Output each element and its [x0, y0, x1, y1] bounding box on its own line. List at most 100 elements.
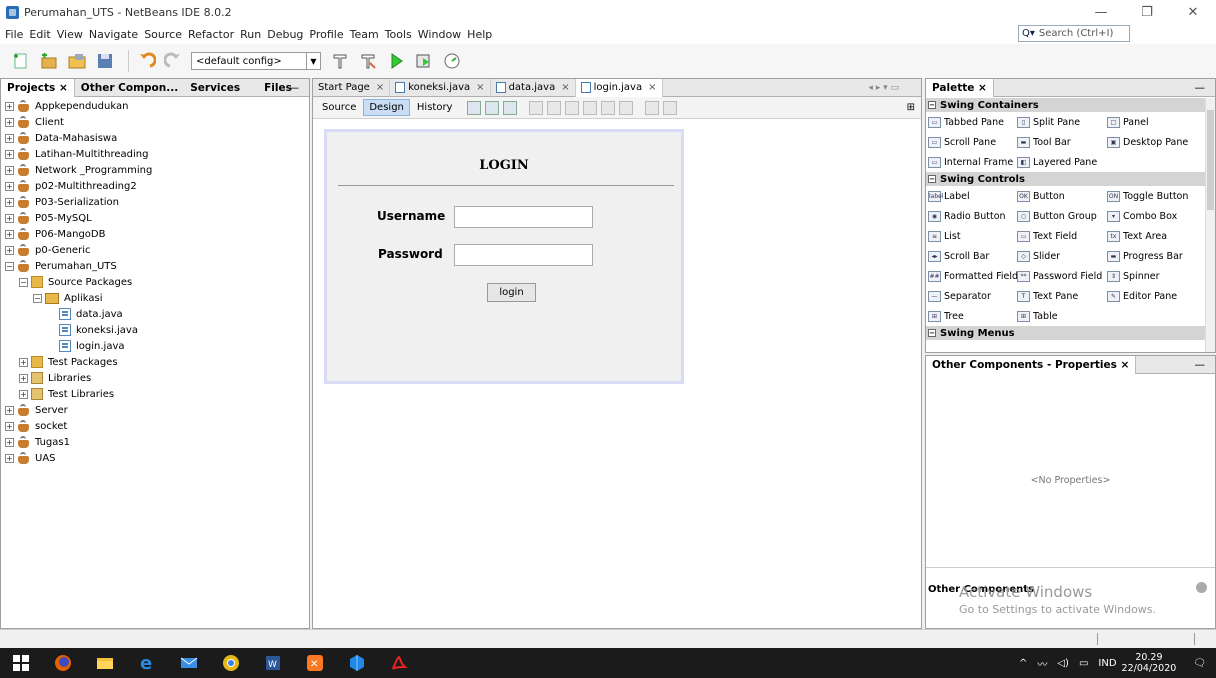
palette-item[interactable]: ▾ Combo Box	[1105, 206, 1195, 226]
tab-start-page[interactable]: Start Page ×	[313, 78, 391, 97]
project-tree-item[interactable]: + socket	[3, 418, 309, 434]
preview-design-icon[interactable]	[503, 100, 518, 115]
expand-icon[interactable]: +	[5, 245, 14, 255]
project-tree-item[interactable]: + Libraries	[3, 370, 309, 386]
palette-item[interactable]: ▭ Internal Frame	[926, 152, 1015, 172]
taskbar-firefox[interactable]	[48, 648, 78, 678]
palette-item[interactable]: ≡ List	[926, 226, 1015, 246]
taskbar-edge[interactable]: e	[132, 648, 162, 678]
palette-item[interactable]: ** Password Field	[1015, 266, 1105, 286]
resize-horizontal-icon[interactable]	[645, 100, 660, 115]
palette-item[interactable]: ◉ Radio Button	[926, 206, 1015, 226]
view-design-button[interactable]: Design	[363, 99, 410, 116]
palette-scrollbar[interactable]	[1205, 98, 1215, 352]
close-icon[interactable]: ×	[476, 82, 484, 93]
tab-koneksi-java[interactable]: koneksi.java ×	[390, 78, 491, 97]
menu-file[interactable]: File	[2, 28, 26, 41]
expand-icon[interactable]: +	[5, 165, 14, 175]
redo-button[interactable]	[163, 50, 185, 72]
align-center-icon[interactable]	[565, 100, 580, 115]
palette-item[interactable]: ▭ Tabbed Pane	[926, 112, 1015, 132]
project-tree-item[interactable]: + P06-MangoDB	[3, 226, 309, 242]
password-field[interactable]	[454, 244, 593, 266]
battery-icon[interactable]: ▭	[1079, 658, 1088, 669]
project-tree-item[interactable]: + p0-Generic	[3, 242, 309, 258]
resize-vertical-icon[interactable]	[663, 100, 678, 115]
project-tree-item[interactable]: − Source Packages	[3, 274, 309, 290]
taskbar-netbeans[interactable]	[342, 648, 372, 678]
tab-palette[interactable]: Palette ×	[926, 78, 994, 97]
minimize-icon[interactable]: —	[283, 79, 306, 97]
notifications-icon[interactable]: 🗨	[1193, 658, 1206, 669]
project-tree-item[interactable]: koneksi.java	[3, 322, 309, 338]
build-button[interactable]	[329, 50, 351, 72]
view-history-button[interactable]: History	[412, 100, 458, 115]
start-button[interactable]	[6, 648, 36, 678]
palette-item[interactable]: tx Text Area	[1105, 226, 1195, 246]
palette-item[interactable]: ▭ Scroll Pane	[926, 132, 1015, 152]
close-icon[interactable]: ×	[978, 82, 987, 94]
collapse-icon[interactable]: −	[928, 101, 936, 109]
menu-run[interactable]: Run	[237, 28, 264, 41]
close-button[interactable]: ✕	[1170, 0, 1216, 24]
palette-item[interactable]: ▣ Desktop Pane	[1105, 132, 1195, 152]
new-project-button[interactable]	[38, 50, 60, 72]
palette-section-header[interactable]: − Swing Containers	[926, 98, 1205, 112]
expand-icon[interactable]: +	[5, 101, 14, 111]
project-tree-item[interactable]: + Latihan-Multithreading	[3, 146, 309, 162]
palette-item[interactable]: ▬ Tool Bar	[1015, 132, 1105, 152]
expand-icon[interactable]: +	[5, 213, 14, 223]
close-icon[interactable]: ×	[1121, 359, 1130, 371]
chevron-down-icon[interactable]: ▼	[307, 52, 321, 70]
menu-window[interactable]: Window	[415, 28, 464, 41]
project-tree-item[interactable]: − Aplikasi	[3, 290, 309, 306]
maximize-button[interactable]: ❐	[1124, 0, 1170, 24]
open-project-button[interactable]	[66, 50, 88, 72]
password-label[interactable]: Password	[378, 247, 443, 261]
close-icon[interactable]: ×	[376, 82, 384, 93]
menu-edit[interactable]: Edit	[26, 28, 53, 41]
show-hidden-icon[interactable]: ^	[1019, 658, 1027, 669]
config-select[interactable]: <default config>	[191, 52, 307, 70]
align-middle-icon[interactable]	[619, 100, 634, 115]
project-tree-item[interactable]: + Client	[3, 114, 309, 130]
expand-icon[interactable]: +	[5, 453, 14, 463]
project-tree-item[interactable]: + P05-MySQL	[3, 210, 309, 226]
debug-button[interactable]	[413, 50, 435, 72]
profile-button[interactable]	[441, 50, 463, 72]
minimize-button[interactable]: —	[1078, 0, 1124, 24]
view-source-button[interactable]: Source	[317, 100, 361, 115]
project-tree-item[interactable]: + UAS	[3, 450, 309, 466]
login-button[interactable]: login	[487, 283, 536, 302]
tab-login-java[interactable]: login.java ×	[575, 78, 663, 97]
palette-item[interactable]: ## Formatted Field	[926, 266, 1018, 286]
login-title[interactable]: LOGIN	[327, 158, 681, 173]
new-file-button[interactable]	[10, 50, 32, 72]
taskbar-word[interactable]: W	[258, 648, 288, 678]
expand-icon[interactable]: +	[5, 437, 14, 447]
expand-icon[interactable]: +	[19, 357, 28, 367]
minimize-icon[interactable]: —	[1189, 79, 1212, 97]
palette-item[interactable]: T Text Pane	[1015, 286, 1105, 306]
undo-button[interactable]	[135, 50, 157, 72]
expand-icon[interactable]: +	[19, 373, 28, 383]
menu-team[interactable]: Team	[347, 28, 382, 41]
palette-item[interactable]: □ Panel	[1105, 112, 1195, 132]
title-separator[interactable]	[338, 185, 674, 186]
project-tree-item[interactable]: + P03-Serialization	[3, 194, 309, 210]
taskbar-xampp[interactable]: ✕	[300, 648, 330, 678]
palette-item[interactable]: ⊞ Tree	[926, 306, 1015, 326]
menu-refactor[interactable]: Refactor	[185, 28, 237, 41]
menu-tools[interactable]: Tools	[382, 28, 415, 41]
expand-icon[interactable]: +	[5, 197, 14, 207]
project-tree-item[interactable]: login.java	[3, 338, 309, 354]
network-icon[interactable]: 〰	[1037, 656, 1047, 671]
taskbar-chrome[interactable]	[216, 648, 246, 678]
login-form-frame[interactable]: LOGIN Username Password login	[324, 129, 684, 384]
palette-item[interactable]: ▯ Split Pane	[1015, 112, 1105, 132]
palette-item[interactable]: OK Button	[1015, 186, 1105, 206]
scrollbar-thumb[interactable]	[1207, 110, 1214, 210]
selection-mode-icon[interactable]	[467, 100, 482, 115]
expand-icon[interactable]: +	[5, 133, 14, 143]
clock[interactable]: 20.29 22/04/2020	[1122, 652, 1177, 674]
